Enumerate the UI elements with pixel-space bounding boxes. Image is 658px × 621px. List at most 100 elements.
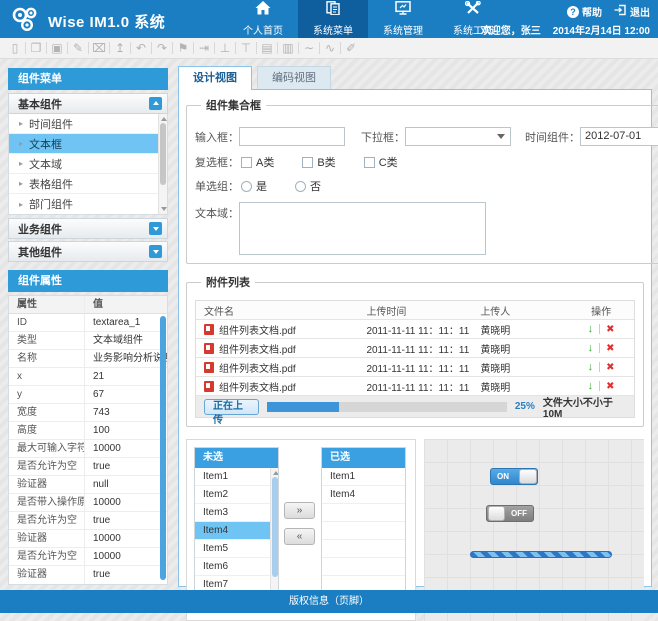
download-icon[interactable]: ↓: [588, 342, 594, 354]
list-item[interactable]: Item4: [322, 486, 405, 504]
table-row[interactable]: 名称业务影响分析说明: [9, 350, 167, 368]
scrollbar-thumb[interactable]: [160, 123, 166, 185]
checkbox-option-a[interactable]: A类: [241, 154, 274, 170]
open-folder-icon[interactable]: ❐: [27, 38, 45, 58]
checkbox-option-b[interactable]: B类: [302, 154, 335, 170]
delete-icon[interactable]: ⌧: [90, 38, 108, 58]
table-row[interactable]: y67: [9, 386, 167, 404]
indent-icon[interactable]: ⇥: [195, 38, 213, 58]
accordion-business-components[interactable]: 业务组件: [8, 218, 168, 239]
curve-tool-icon[interactable]: ∿: [321, 38, 339, 58]
file-name[interactable]: 组件列表文档.pdf: [219, 379, 296, 394]
list-item[interactable]: Item4: [195, 522, 278, 540]
radio-option-no[interactable]: 否: [295, 178, 321, 194]
expand-icon[interactable]: [149, 245, 162, 258]
save-icon[interactable]: ▣: [48, 38, 66, 58]
scroll-up-icon[interactable]: [161, 117, 167, 121]
line-tool-icon[interactable]: ∼: [300, 38, 318, 58]
edit-icon[interactable]: ✎: [69, 38, 87, 58]
list-scrollbar[interactable]: [158, 114, 167, 214]
flag-icon[interactable]: ⚑: [174, 38, 192, 58]
sidebar-item-textbox[interactable]: ▸ 文本框: [9, 134, 167, 154]
upload-time: 2011-11-11 11：11：11: [362, 360, 476, 375]
import-file-icon[interactable]: ▥: [279, 38, 297, 58]
move-left-button[interactable]: «: [284, 528, 315, 545]
table-row[interactable]: 验证器null: [9, 476, 167, 494]
list-item[interactable]: Item6: [195, 558, 278, 576]
pencil-icon[interactable]: ✐: [342, 38, 360, 58]
table-row[interactable]: x21: [9, 368, 167, 386]
table-row[interactable]: 是否允许为空true: [9, 512, 167, 530]
sidebar-item-time-component[interactable]: ▸ 时间组件: [9, 114, 167, 134]
table-row[interactable]: 是否允许为空10000: [9, 548, 167, 566]
properties-scrollbar[interactable]: [160, 316, 166, 580]
file-name[interactable]: 组件列表文档.pdf: [219, 360, 296, 375]
checkbox-icon[interactable]: [302, 157, 313, 168]
off-toggle[interactable]: OFF: [486, 505, 534, 522]
accordion-other-components[interactable]: 其他组件: [8, 241, 168, 262]
checkbox-option-c[interactable]: C类: [364, 154, 398, 170]
download-icon[interactable]: ↓: [588, 361, 594, 373]
list-item[interactable]: Item3: [195, 504, 278, 522]
table-row[interactable]: 是否带入操作原因10000: [9, 494, 167, 512]
radio-icon[interactable]: [295, 181, 306, 192]
on-toggle[interactable]: ON: [490, 468, 538, 485]
table-row[interactable]: 验证器10000: [9, 530, 167, 548]
nav-item-system-menu[interactable]: 系统菜单: [298, 0, 368, 38]
list-item[interactable]: Item5: [195, 540, 278, 558]
new-file-icon[interactable]: ▯: [6, 38, 24, 58]
align-bottom-icon[interactable]: ⊥: [216, 38, 234, 58]
table-row[interactable]: 高度100: [9, 422, 167, 440]
list-item[interactable]: Item2: [195, 486, 278, 504]
delete-icon[interactable]: ✖: [606, 362, 614, 373]
radio-icon[interactable]: [241, 181, 252, 192]
upload-time: 2011-11-11 11：11：11: [362, 341, 476, 356]
sidebar-item-textarea[interactable]: ▸ 文本域: [9, 154, 167, 174]
accordion-basic-components[interactable]: 基本组件: [8, 93, 168, 114]
collapse-icon[interactable]: [149, 97, 162, 110]
delete-icon[interactable]: ✖: [606, 324, 614, 335]
file-name[interactable]: 组件列表文档.pdf: [219, 341, 296, 356]
date-input[interactable]: 2012-07-01: [580, 127, 658, 146]
move-right-button[interactable]: »: [284, 502, 315, 519]
scroll-down-icon[interactable]: [161, 207, 167, 211]
help-link[interactable]: ? 帮助: [567, 4, 602, 19]
nav-item-system-manage[interactable]: 系统管理: [368, 0, 438, 38]
sidebar-item-table-component[interactable]: ▸ 表格组件: [9, 174, 167, 194]
scroll-up-icon[interactable]: [273, 471, 279, 475]
tab-code-view[interactable]: 编码视图: [257, 66, 331, 90]
toggle-knob[interactable]: [488, 506, 505, 521]
undo-icon[interactable]: ↶: [132, 38, 150, 58]
tab-design-view[interactable]: 设计视图: [178, 66, 252, 90]
expand-icon[interactable]: [149, 222, 162, 235]
list-item[interactable]: Item1: [322, 468, 405, 486]
logout-link[interactable]: 退出: [614, 4, 650, 19]
delete-icon[interactable]: ✖: [606, 381, 614, 392]
table-row[interactable]: 验证器true: [9, 566, 167, 584]
redo-icon[interactable]: ↷: [153, 38, 171, 58]
dropdown-select[interactable]: [405, 127, 511, 146]
download-icon[interactable]: ↓: [588, 380, 594, 392]
text-input-field[interactable]: [239, 127, 345, 146]
align-top-icon[interactable]: ⊤: [237, 38, 255, 58]
table-row[interactable]: 最大可输入字符数10000: [9, 440, 167, 458]
export-file-icon[interactable]: ▤: [258, 38, 276, 58]
sidebar-item-dept-component[interactable]: ▸ 部门组件: [9, 194, 167, 214]
file-name[interactable]: 组件列表文档.pdf: [219, 322, 296, 337]
table-row[interactable]: 类型文本域组件: [9, 332, 167, 350]
delete-icon[interactable]: ✖: [606, 343, 614, 354]
scrollbar-thumb[interactable]: [272, 477, 278, 577]
publish-icon[interactable]: ↥: [111, 38, 129, 58]
checkbox-icon[interactable]: [241, 157, 252, 168]
table-row[interactable]: 宽度743: [9, 404, 167, 422]
checkbox-icon[interactable]: [364, 157, 375, 168]
toggle-knob[interactable]: [519, 469, 537, 484]
uploading-button[interactable]: 正在上传: [204, 399, 259, 415]
nav-item-home[interactable]: 个人首页: [228, 0, 298, 38]
download-icon[interactable]: ↓: [588, 323, 594, 335]
table-row[interactable]: IDtextarea_1: [9, 314, 167, 332]
radio-option-yes[interactable]: 是: [241, 178, 267, 194]
table-row[interactable]: 是否允许为空true: [9, 458, 167, 476]
list-item[interactable]: Item1: [195, 468, 278, 486]
textarea-field[interactable]: [239, 202, 486, 255]
